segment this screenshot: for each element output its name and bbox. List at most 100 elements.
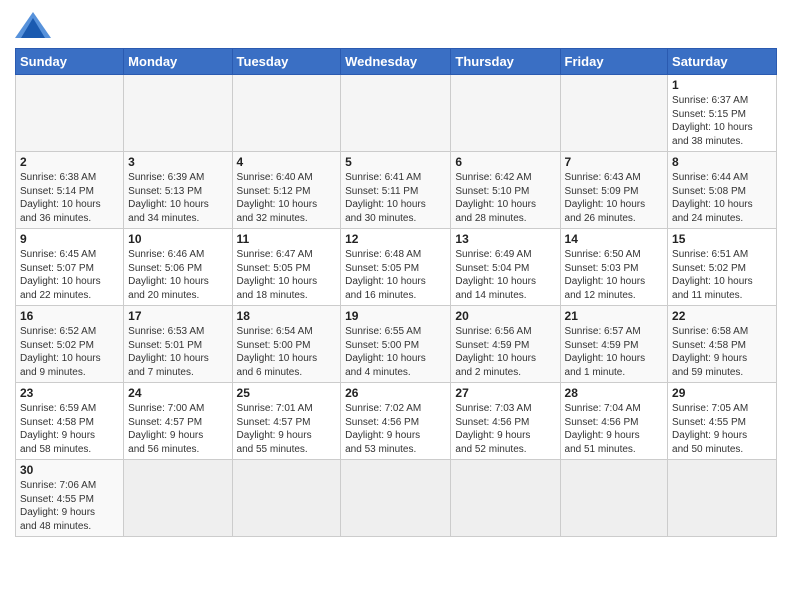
day-number: 10 [128, 232, 227, 246]
calendar-cell [124, 75, 232, 152]
calendar-cell: 30 Sunrise: 7:06 AM Sunset: 4:55 PM Dayli… [16, 460, 124, 537]
day-number: 15 [672, 232, 772, 246]
day-number: 20 [455, 309, 555, 323]
calendar-cell: 16 Sunrise: 6:52 AM Sunset: 5:02 PM Dayli… [16, 306, 124, 383]
day-info: Sunrise: 6:52 AM Sunset: 5:02 PM Dayligh… [20, 325, 119, 379]
day-info: Sunrise: 6:51 AM Sunset: 5:02 PM Dayligh… [672, 248, 772, 302]
day-info: Sunrise: 7:05 AM Sunset: 4:55 PM Dayligh… [672, 402, 772, 456]
calendar-cell: 25 Sunrise: 7:01 AM Sunset: 4:57 PM Dayli… [232, 383, 341, 460]
day-info: Sunrise: 6:46 AM Sunset: 5:06 PM Dayligh… [128, 248, 227, 302]
day-number: 21 [565, 309, 664, 323]
calendar-cell [451, 460, 560, 537]
calendar-cell: 8Sunrise: 6:44 AM Sunset: 5:08 PM Daylig… [668, 152, 777, 229]
day-info: Sunrise: 7:01 AM Sunset: 4:57 PM Dayligh… [237, 402, 337, 456]
day-number: 25 [237, 386, 337, 400]
day-info: Sunrise: 6:45 AM Sunset: 5:07 PM Dayligh… [20, 248, 119, 302]
weekday-saturday: Saturday [668, 49, 777, 75]
week-row-2: 2Sunrise: 6:38 AM Sunset: 5:14 PM Daylig… [16, 152, 777, 229]
day-info: Sunrise: 6:56 AM Sunset: 4:59 PM Dayligh… [455, 325, 555, 379]
day-number: 5 [345, 155, 446, 169]
calendar-cell: 1 Sunrise: 6:37 AM Sunset: 5:15 PM Daylig… [668, 75, 777, 152]
day-number: 7 [565, 155, 664, 169]
day-info: Sunrise: 7:06 AM Sunset: 4:55 PM Dayligh… [20, 479, 119, 533]
day-info: Sunrise: 6:41 AM Sunset: 5:11 PM Dayligh… [345, 171, 446, 225]
calendar-cell: 18 Sunrise: 6:54 AM Sunset: 5:00 PM Dayli… [232, 306, 341, 383]
calendar-cell: 24Sunrise: 7:00 AM Sunset: 4:57 PM Dayli… [124, 383, 232, 460]
weekday-header-row: SundayMondayTuesdayWednesdayThursdayFrid… [16, 49, 777, 75]
weekday-wednesday: Wednesday [341, 49, 451, 75]
weekday-friday: Friday [560, 49, 668, 75]
day-info: Sunrise: 7:03 AM Sunset: 4:56 PM Dayligh… [455, 402, 555, 456]
day-number: 26 [345, 386, 446, 400]
day-number: 30 [20, 463, 119, 477]
day-number: 11 [237, 232, 337, 246]
calendar-cell: 4Sunrise: 6:40 AM Sunset: 5:12 PM Daylig… [232, 152, 341, 229]
logo-icon [15, 10, 51, 40]
day-info: Sunrise: 6:59 AM Sunset: 4:58 PM Dayligh… [20, 402, 119, 456]
day-number: 18 [237, 309, 337, 323]
calendar: SundayMondayTuesdayWednesdayThursdayFrid… [15, 48, 777, 537]
calendar-cell: 29 Sunrise: 7:05 AM Sunset: 4:55 PM Dayli… [668, 383, 777, 460]
calendar-cell: 23 Sunrise: 6:59 AM Sunset: 4:58 PM Dayli… [16, 383, 124, 460]
calendar-cell [124, 460, 232, 537]
day-number: 19 [345, 309, 446, 323]
calendar-cell: 19 Sunrise: 6:55 AM Sunset: 5:00 PM Dayli… [341, 306, 451, 383]
day-number: 22 [672, 309, 772, 323]
calendar-cell [341, 460, 451, 537]
calendar-cell: 15 Sunrise: 6:51 AM Sunset: 5:02 PM Dayli… [668, 229, 777, 306]
calendar-cell: 7Sunrise: 6:43 AM Sunset: 5:09 PM Daylig… [560, 152, 668, 229]
day-info: Sunrise: 6:37 AM Sunset: 5:15 PM Dayligh… [672, 94, 772, 148]
calendar-cell: 2Sunrise: 6:38 AM Sunset: 5:14 PM Daylig… [16, 152, 124, 229]
day-number: 14 [565, 232, 664, 246]
day-number: 17 [128, 309, 227, 323]
day-info: Sunrise: 6:55 AM Sunset: 5:00 PM Dayligh… [345, 325, 446, 379]
calendar-cell: 14 Sunrise: 6:50 AM Sunset: 5:03 PM Dayli… [560, 229, 668, 306]
calendar-cell [232, 75, 341, 152]
day-number: 29 [672, 386, 772, 400]
day-info: Sunrise: 6:47 AM Sunset: 5:05 PM Dayligh… [237, 248, 337, 302]
day-number: 3 [128, 155, 227, 169]
day-number: 23 [20, 386, 119, 400]
weekday-sunday: Sunday [16, 49, 124, 75]
week-row-3: 9 Sunrise: 6:45 AM Sunset: 5:07 PM Daylig… [16, 229, 777, 306]
week-row-5: 23 Sunrise: 6:59 AM Sunset: 4:58 PM Dayli… [16, 383, 777, 460]
calendar-cell: 26Sunrise: 7:02 AM Sunset: 4:56 PM Dayli… [341, 383, 451, 460]
calendar-cell: 10 Sunrise: 6:46 AM Sunset: 5:06 PM Dayli… [124, 229, 232, 306]
calendar-cell: 13 Sunrise: 6:49 AM Sunset: 5:04 PM Dayli… [451, 229, 560, 306]
day-number: 9 [20, 232, 119, 246]
day-number: 1 [672, 78, 772, 92]
day-info: Sunrise: 6:48 AM Sunset: 5:05 PM Dayligh… [345, 248, 446, 302]
day-number: 4 [237, 155, 337, 169]
calendar-cell: 22Sunrise: 6:58 AM Sunset: 4:58 PM Dayli… [668, 306, 777, 383]
day-info: Sunrise: 6:39 AM Sunset: 5:13 PM Dayligh… [128, 171, 227, 225]
week-row-6: 30 Sunrise: 7:06 AM Sunset: 4:55 PM Dayli… [16, 460, 777, 537]
day-number: 16 [20, 309, 119, 323]
day-number: 6 [455, 155, 555, 169]
day-info: Sunrise: 6:54 AM Sunset: 5:00 PM Dayligh… [237, 325, 337, 379]
calendar-cell: 9 Sunrise: 6:45 AM Sunset: 5:07 PM Daylig… [16, 229, 124, 306]
day-info: Sunrise: 6:42 AM Sunset: 5:10 PM Dayligh… [455, 171, 555, 225]
day-info: Sunrise: 7:04 AM Sunset: 4:56 PM Dayligh… [565, 402, 664, 456]
calendar-cell: 5 Sunrise: 6:41 AM Sunset: 5:11 PM Daylig… [341, 152, 451, 229]
weekday-tuesday: Tuesday [232, 49, 341, 75]
day-info: Sunrise: 6:44 AM Sunset: 5:08 PM Dayligh… [672, 171, 772, 225]
logo [15, 10, 55, 40]
day-number: 13 [455, 232, 555, 246]
calendar-cell [16, 75, 124, 152]
day-info: Sunrise: 6:49 AM Sunset: 5:04 PM Dayligh… [455, 248, 555, 302]
calendar-cell: 3 Sunrise: 6:39 AM Sunset: 5:13 PM Daylig… [124, 152, 232, 229]
week-row-1: 1 Sunrise: 6:37 AM Sunset: 5:15 PM Daylig… [16, 75, 777, 152]
calendar-cell: 11 Sunrise: 6:47 AM Sunset: 5:05 PM Dayli… [232, 229, 341, 306]
day-number: 28 [565, 386, 664, 400]
day-info: Sunrise: 7:00 AM Sunset: 4:57 PM Dayligh… [128, 402, 227, 456]
weekday-monday: Monday [124, 49, 232, 75]
weekday-thursday: Thursday [451, 49, 560, 75]
day-number: 27 [455, 386, 555, 400]
calendar-cell: 21Sunrise: 6:57 AM Sunset: 4:59 PM Dayli… [560, 306, 668, 383]
calendar-cell: 28 Sunrise: 7:04 AM Sunset: 4:56 PM Dayli… [560, 383, 668, 460]
calendar-cell [560, 460, 668, 537]
header [15, 10, 777, 40]
day-info: Sunrise: 6:50 AM Sunset: 5:03 PM Dayligh… [565, 248, 664, 302]
calendar-cell: 12Sunrise: 6:48 AM Sunset: 5:05 PM Dayli… [341, 229, 451, 306]
calendar-cell [451, 75, 560, 152]
